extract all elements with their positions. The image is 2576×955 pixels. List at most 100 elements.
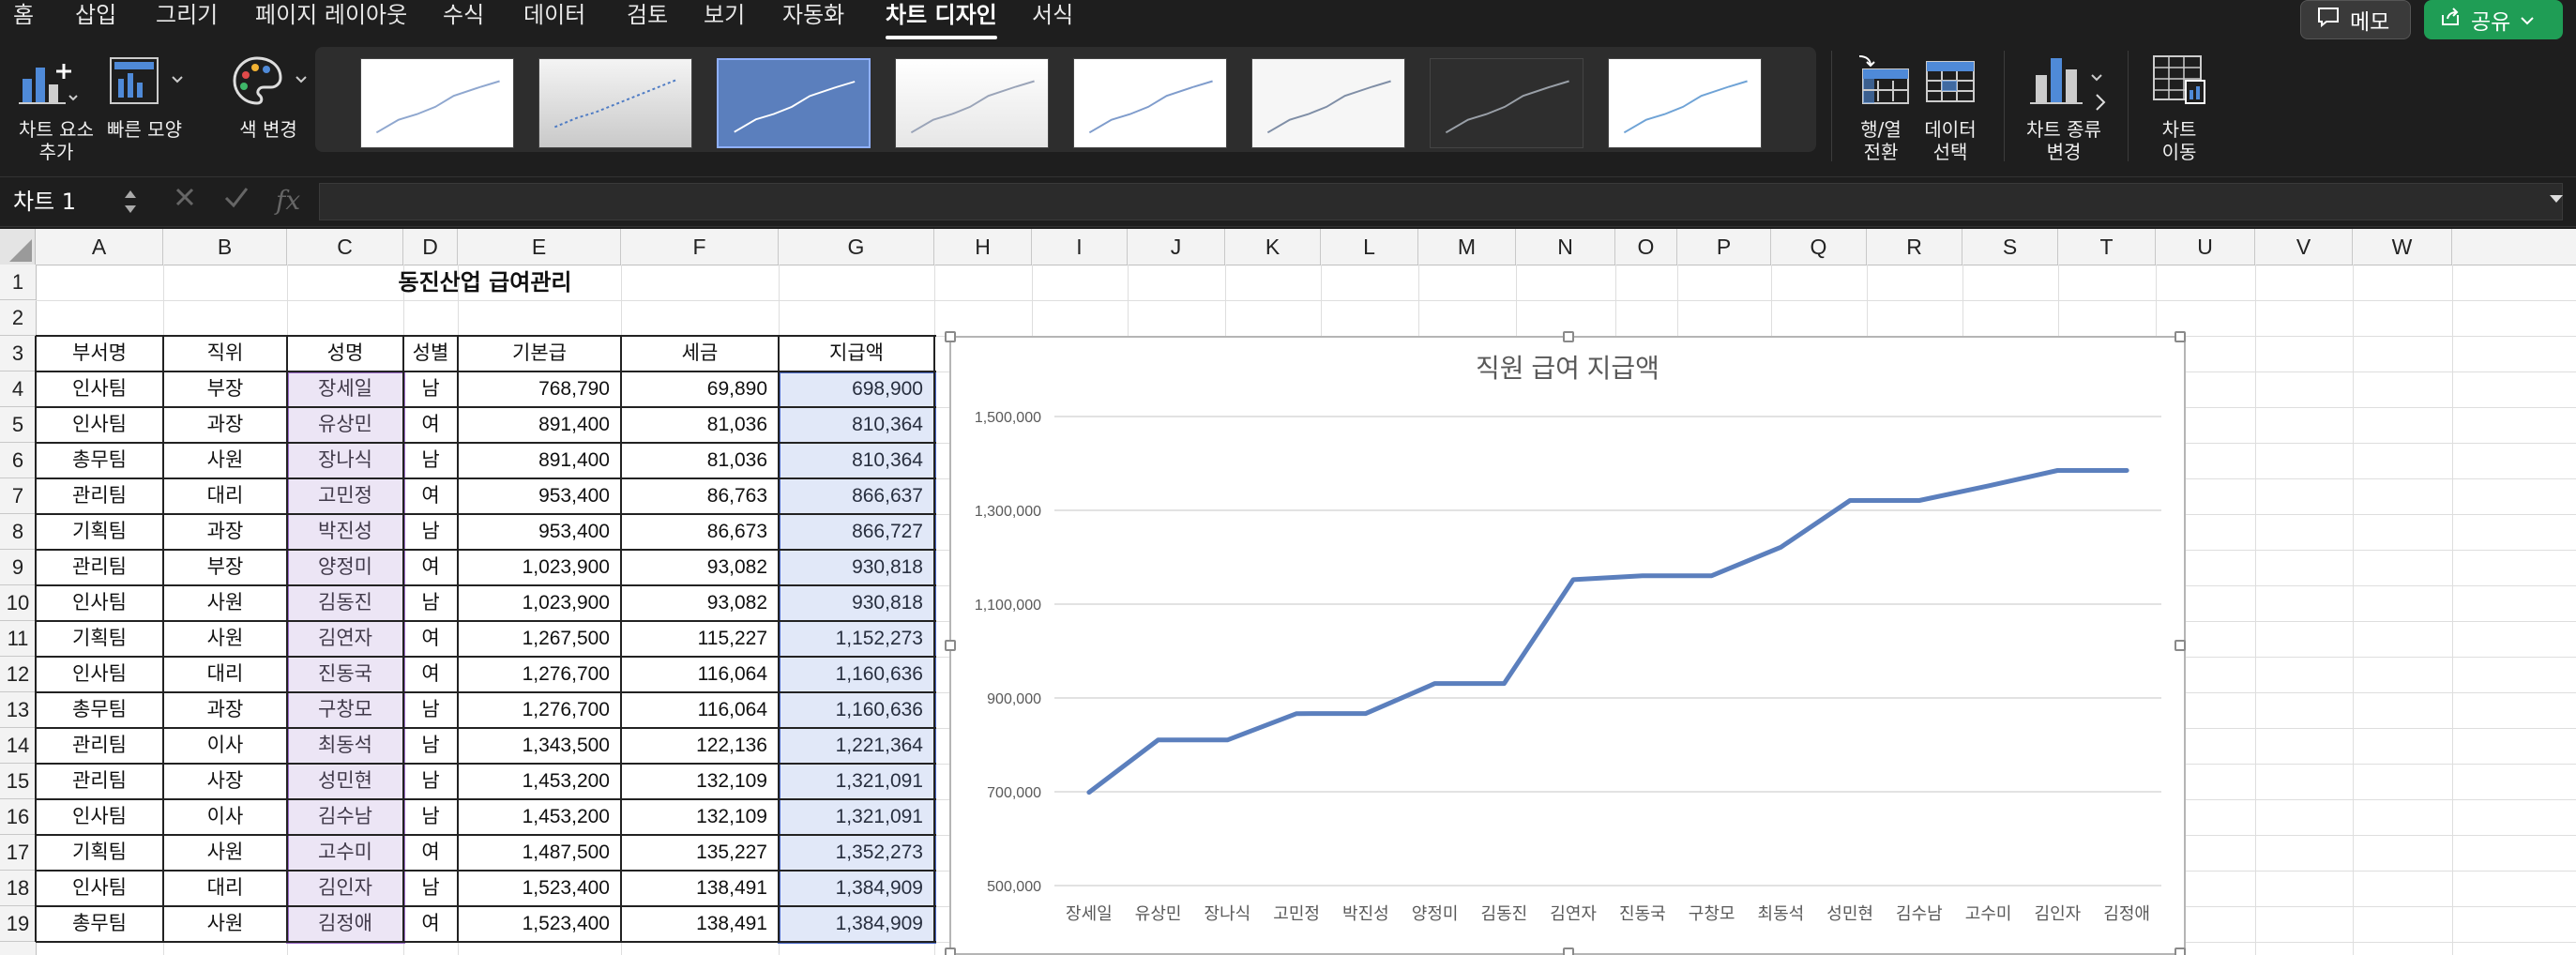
table-cell[interactable]: 여 — [403, 657, 458, 692]
column-header-S[interactable]: S — [1962, 229, 2058, 265]
table-cell[interactable]: 사원 — [163, 835, 287, 871]
formula-input[interactable] — [319, 183, 2563, 220]
quick-layout-icon[interactable] — [107, 54, 188, 111]
table-cell[interactable]: 81,036 — [621, 407, 779, 443]
table-cell[interactable]: 사원 — [163, 621, 287, 657]
table-cell[interactable]: 93,082 — [621, 550, 779, 585]
table-cell[interactable]: 93,082 — [621, 585, 779, 621]
row-header-14[interactable]: 14 — [0, 728, 36, 764]
table-cell[interactable]: 관리팀 — [36, 728, 163, 764]
column-header-C[interactable]: C — [287, 229, 403, 265]
table-cell[interactable]: 대리 — [163, 871, 287, 906]
table-cell[interactable]: 인사팀 — [36, 799, 163, 835]
line-chart[interactable]: 직원 급여 지급액 1,500,000 1,300,000 1,100,000 900,… — [945, 331, 2186, 955]
table-header-cell[interactable]: 세금 — [621, 336, 779, 371]
column-header-V[interactable]: V — [2255, 229, 2353, 265]
table-cell[interactable]: 1,276,700 — [458, 657, 621, 692]
table-cell[interactable]: 여 — [403, 906, 458, 942]
table-cell[interactable]: 과장 — [163, 407, 287, 443]
table-cell[interactable]: 남 — [403, 585, 458, 621]
chart-style-thumbnail[interactable] — [360, 58, 514, 148]
table-cell[interactable]: 관리팀 — [36, 550, 163, 585]
switch-row-column-icon[interactable] — [1856, 53, 1912, 111]
table-cell[interactable]: 남 — [403, 443, 458, 478]
table-cell[interactable]: 1,453,200 — [458, 764, 621, 799]
table-header-cell[interactable]: 지급액 — [779, 336, 934, 371]
table-cell[interactable]: 여 — [403, 478, 458, 514]
resize-handle[interactable] — [2174, 947, 2186, 955]
row-header-5[interactable]: 5 — [0, 407, 36, 443]
table-cell[interactable]: 사원 — [163, 906, 287, 942]
resize-handle[interactable] — [945, 331, 956, 342]
table-cell[interactable]: 총무팀 — [36, 692, 163, 728]
resize-handle[interactable] — [1563, 331, 1574, 342]
row-header-18[interactable]: 18 — [0, 871, 36, 906]
table-cell[interactable]: 부장 — [163, 550, 287, 585]
table-cell[interactable]: 여 — [403, 550, 458, 585]
row-header-1[interactable]: 1 — [0, 265, 36, 300]
row-header-15[interactable]: 15 — [0, 764, 36, 799]
tab-2[interactable]: 삽입 — [75, 0, 116, 30]
select-data-label[interactable]: 데이터 선택 — [1908, 118, 1993, 163]
table-cell[interactable]: 69,890 — [621, 371, 779, 407]
table-cell[interactable]: 총무팀 — [36, 906, 163, 942]
table-cell[interactable]: 1,523,400 — [458, 906, 621, 942]
table-cell[interactable]: 남 — [403, 514, 458, 550]
table-cell[interactable]: 총무팀 — [36, 443, 163, 478]
table-cell[interactable]: 여 — [403, 621, 458, 657]
tab-11[interactable]: 서식 — [1032, 0, 1073, 30]
change-chart-type-label[interactable]: 차트 종류 변경 — [2017, 118, 2111, 163]
cancel-icon[interactable] — [173, 185, 197, 216]
table-header-cell[interactable]: 부서명 — [36, 336, 163, 371]
chart-style-thumbnail[interactable] — [1430, 58, 1583, 148]
table-cell[interactable]: 1,023,900 — [458, 550, 621, 585]
column-header-D[interactable]: D — [403, 229, 458, 265]
table-cell[interactable]: 135,227 — [621, 835, 779, 871]
row-header-9[interactable]: 9 — [0, 550, 36, 585]
table-cell[interactable]: 사원 — [163, 443, 287, 478]
add-chart-element-icon[interactable] — [17, 54, 79, 111]
tab-6[interactable]: 데이터 — [523, 0, 585, 30]
table-cell[interactable]: 116,064 — [621, 692, 779, 728]
add-chart-element-label[interactable]: 차트 요소 추가 — [9, 118, 103, 163]
table-header-cell[interactable]: 직위 — [163, 336, 287, 371]
select-all-corner[interactable] — [0, 229, 36, 265]
table-cell[interactable]: 인사팀 — [36, 371, 163, 407]
table-cell[interactable]: 남 — [403, 728, 458, 764]
table-cell[interactable]: 116,064 — [621, 657, 779, 692]
table-cell[interactable]: 인사팀 — [36, 657, 163, 692]
chart-style-thumbnail[interactable] — [895, 58, 1049, 148]
chart-style-thumbnail[interactable] — [1251, 58, 1405, 148]
column-header-H[interactable]: H — [934, 229, 1032, 265]
chart-style-thumbnail[interactable] — [1608, 58, 1762, 148]
table-cell[interactable]: 관리팀 — [36, 478, 163, 514]
column-header-P[interactable]: P — [1677, 229, 1771, 265]
row-header-19[interactable]: 19 — [0, 906, 36, 942]
table-header-cell[interactable]: 성명 — [287, 336, 403, 371]
table-cell[interactable]: 이사 — [163, 799, 287, 835]
move-chart-icon[interactable] — [2150, 53, 2208, 111]
table-cell[interactable]: 남 — [403, 371, 458, 407]
table-cell[interactable]: 138,491 — [621, 871, 779, 906]
table-cell[interactable]: 남 — [403, 692, 458, 728]
table-cell[interactable]: 891,400 — [458, 443, 621, 478]
column-header-K[interactable]: K — [1225, 229, 1321, 265]
row-header-13[interactable]: 13 — [0, 692, 36, 728]
row-header-8[interactable]: 8 — [0, 514, 36, 550]
row-header-16[interactable]: 16 — [0, 799, 36, 835]
column-header-E[interactable]: E — [458, 229, 621, 265]
row-header-17[interactable]: 17 — [0, 835, 36, 871]
table-cell[interactable]: 1,453,200 — [458, 799, 621, 835]
chart-style-thumbnail[interactable] — [717, 58, 871, 148]
table-cell[interactable]: 1,267,500 — [458, 621, 621, 657]
table-cell[interactable]: 사장 — [163, 764, 287, 799]
resize-handle[interactable] — [945, 947, 956, 955]
row-header-12[interactable]: 12 — [0, 657, 36, 692]
column-header-R[interactable]: R — [1867, 229, 1962, 265]
table-cell[interactable]: 여 — [403, 835, 458, 871]
column-header-I[interactable]: I — [1032, 229, 1128, 265]
chart-style-thumbnail[interactable] — [1073, 58, 1227, 148]
table-cell[interactable]: 86,763 — [621, 478, 779, 514]
table-cell[interactable]: 관리팀 — [36, 764, 163, 799]
palette-icon[interactable] — [229, 54, 313, 111]
